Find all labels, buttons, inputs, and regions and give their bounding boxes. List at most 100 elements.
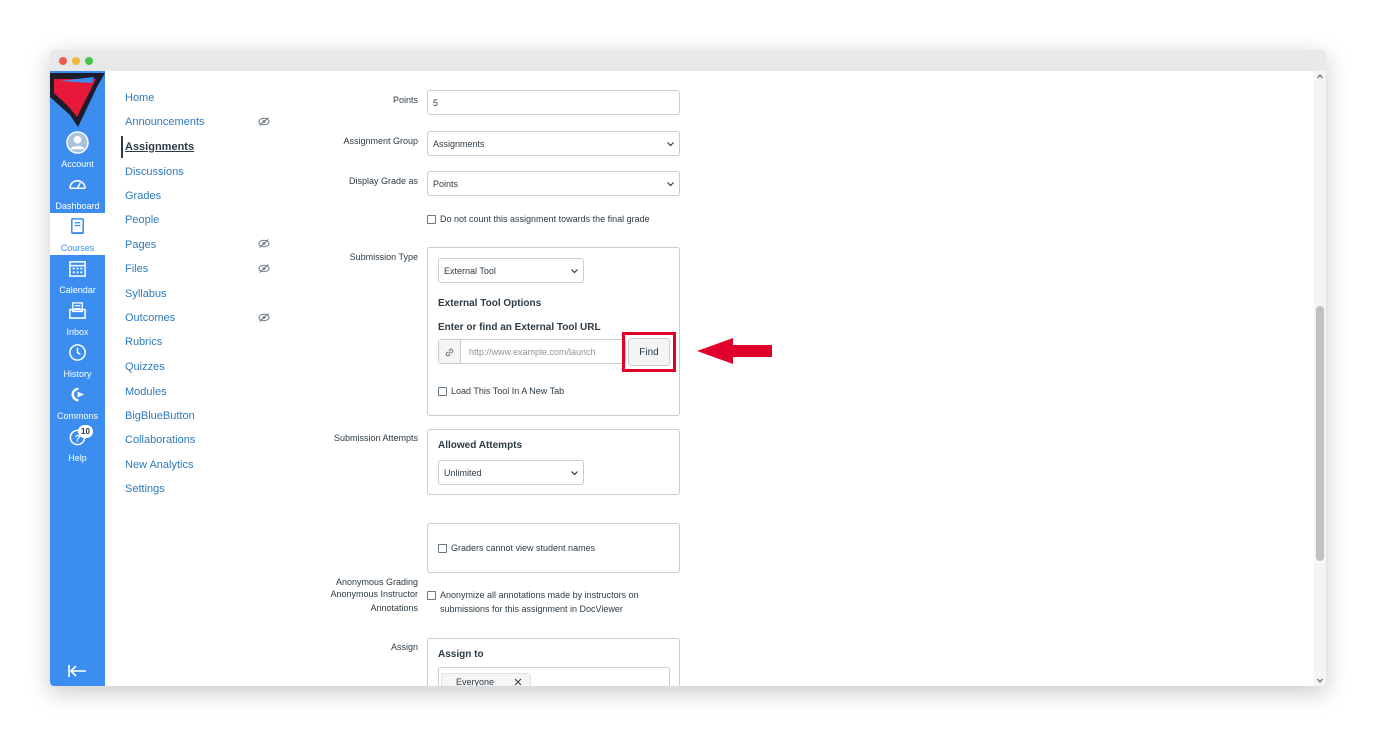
new-tab-checkbox[interactable] [438, 387, 447, 396]
course-nav-grades[interactable]: Grades [125, 190, 161, 202]
course-nav-rubrics[interactable]: Rubrics [125, 336, 162, 348]
scroll-up-arrow-icon[interactable] [1317, 74, 1323, 79]
no-count-label: Do not count this assignment towards the… [440, 214, 650, 224]
course-nav-new-analytics[interactable]: New Analytics [125, 459, 193, 471]
global-nav-account[interactable]: Account [50, 129, 105, 171]
course-nav-discussions[interactable]: Discussions [125, 166, 184, 178]
allowed-attempts-heading: Allowed Attempts [438, 440, 523, 451]
display-grade-value: Points [433, 178, 459, 189]
global-nav-label: Account [61, 159, 94, 169]
assignment-group-value: Assignments [433, 138, 485, 149]
course-nav-files[interactable]: Files [125, 263, 148, 275]
course-nav-assignments[interactable]: Assignments [125, 141, 194, 153]
global-nav-history[interactable]: History [50, 339, 105, 381]
anonymous-instructor-option-line1: Anonymize all annotations made by instru… [440, 590, 639, 600]
chevron-down-icon [571, 470, 578, 475]
assignment-group-label: Assignment Group [343, 136, 418, 146]
minimize-window-button[interactable] [72, 57, 80, 65]
chevron-down-icon [667, 141, 674, 146]
submission-type-select[interactable]: External Tool [438, 258, 584, 283]
chevron-down-icon [571, 268, 578, 273]
calendar-icon [69, 261, 86, 277]
submission-type-value: External Tool [444, 265, 496, 276]
course-nav-bigbluebutton[interactable]: BigBlueButton [125, 410, 195, 422]
anonymous-grading-panel: Graders cannot view student names [427, 523, 680, 573]
allowed-attempts-value: Unlimited [444, 467, 482, 478]
assignment-edit-form: Points 5 Assignment Group Assignments Di… [265, 71, 1314, 686]
scrollbar-thumb[interactable] [1316, 306, 1324, 561]
assign-panel: Assign to Everyone [427, 638, 680, 686]
global-nav-dashboard[interactable]: Dashboard [50, 171, 105, 213]
close-window-button[interactable] [59, 57, 67, 65]
browser-window: Account Dashboard Courses Calendar Inbox… [50, 50, 1326, 686]
course-nav-quizzes[interactable]: Quizzes [125, 361, 165, 373]
allowed-attempts-select[interactable]: Unlimited [438, 460, 584, 485]
assignee-chip-label: Everyone [456, 676, 495, 687]
display-grade-select[interactable]: Points [427, 171, 680, 196]
submission-type-label: Submission Type [349, 252, 418, 262]
courses-icon [71, 218, 84, 235]
external-tool-url-heading: Enter or find an External Tool URL [438, 322, 601, 333]
link-icon-addon [439, 340, 461, 363]
global-nav-commons[interactable]: Commons [50, 381, 105, 423]
course-nav-people[interactable]: People [125, 214, 159, 226]
active-indicator [121, 136, 123, 158]
global-navigation: Account Dashboard Courses Calendar Inbox… [50, 71, 105, 686]
collapse-nav-icon[interactable] [67, 664, 87, 678]
external-tool-url-field[interactable]: http://www.example.com/launch [438, 339, 626, 364]
course-nav-announcements[interactable]: Announcements [125, 116, 205, 128]
assign-label: Assign [390, 642, 418, 652]
link-icon [445, 348, 454, 357]
new-tab-label: Load This Tool In A New Tab [451, 386, 565, 396]
find-button-highlight: Find [622, 332, 676, 372]
vertical-scrollbar[interactable] [1314, 71, 1326, 686]
anonymous-grading-option: Graders cannot view student names [451, 543, 596, 553]
global-nav-label: Commons [56, 411, 98, 421]
points-input[interactable]: 5 [427, 90, 680, 115]
course-nav-settings[interactable]: Settings [125, 483, 165, 495]
course-nav-collaborations[interactable]: Collaborations [125, 434, 195, 446]
course-nav-modules[interactable]: Modules [125, 386, 167, 398]
global-nav-label: Inbox [66, 327, 89, 337]
assignee-chip[interactable]: Everyone [441, 673, 531, 686]
points-label: Points [392, 95, 418, 105]
window-titlebar [50, 50, 1326, 71]
global-nav-help[interactable]: ? 10 Help [50, 423, 105, 465]
red-arrow-annotation [697, 338, 772, 364]
submission-attempts-panel: Allowed Attempts Unlimited [427, 429, 680, 495]
help-badge: 10 [78, 425, 93, 438]
scroll-down-arrow-icon[interactable] [1317, 678, 1323, 683]
global-nav-inbox[interactable]: Inbox [50, 297, 105, 339]
no-count-checkbox[interactable] [427, 215, 436, 224]
course-navigation: Home Announcements Assignments Discussio… [105, 71, 270, 686]
global-nav-label: Dashboard [55, 201, 100, 211]
commons-icon [71, 387, 85, 402]
course-nav-outcomes[interactable]: Outcomes [125, 312, 175, 324]
submission-attempts-label: Submission Attempts [333, 433, 418, 443]
close-icon[interactable] [514, 678, 522, 686]
global-nav-label: Help [68, 453, 87, 463]
anonymous-instructor-checkbox[interactable] [427, 591, 436, 600]
assign-to-input[interactable]: Everyone [438, 667, 670, 686]
inbox-icon [69, 302, 86, 319]
course-nav-syllabus[interactable]: Syllabus [125, 288, 167, 300]
course-nav-home[interactable]: Home [125, 92, 154, 104]
maximize-window-button[interactable] [85, 57, 93, 65]
anonymous-instructor-label-line2: Annotations [370, 603, 418, 613]
institution-logo[interactable] [50, 71, 105, 127]
anonymous-instructor-label-line1: Anonymous Instructor [330, 589, 418, 599]
anonymous-grading-checkbox[interactable] [438, 544, 447, 553]
history-icon [69, 344, 86, 361]
find-button[interactable]: Find [628, 338, 670, 366]
url-placeholder: http://www.example.com/launch [469, 346, 596, 357]
global-nav-courses[interactable]: Courses [50, 213, 105, 255]
global-nav-label: History [63, 369, 92, 379]
global-nav-label: Calendar [59, 285, 96, 295]
dashboard-icon [69, 180, 86, 190]
display-grade-label: Display Grade as [348, 176, 418, 186]
assignment-group-select[interactable]: Assignments [427, 131, 680, 156]
anonymous-instructor-option-line2: submissions for this assignment in DocVi… [440, 604, 623, 614]
course-nav-pages[interactable]: Pages [125, 239, 156, 251]
global-nav-calendar[interactable]: Calendar [50, 255, 105, 297]
chevron-down-icon [667, 181, 674, 186]
